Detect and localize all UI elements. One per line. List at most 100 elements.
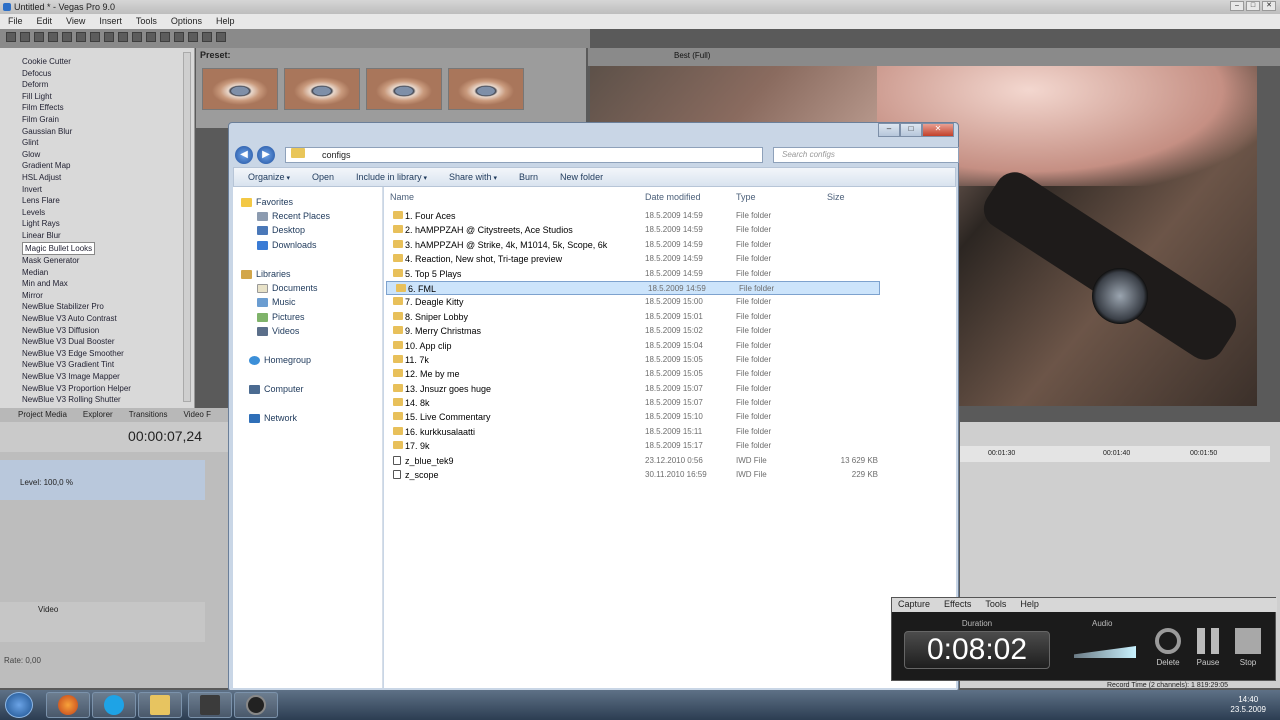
start-button[interactable] xyxy=(5,692,33,718)
preview-quality-select[interactable]: Best (Full) xyxy=(674,51,710,60)
fx-list-item[interactable]: Defocus xyxy=(22,68,194,80)
file-row[interactable]: 8. Sniper Lobby 18.5.2009 15:01 File folde… xyxy=(384,310,956,324)
breadcrumb-current[interactable]: configs xyxy=(322,150,351,160)
video-track-header[interactable]: Level: 100,0 % xyxy=(0,460,205,500)
save-icon[interactable] xyxy=(34,32,44,42)
menu-insert[interactable]: Insert xyxy=(99,16,122,27)
fx-list-item[interactable]: Film Effects xyxy=(22,102,194,114)
fx-list-item[interactable]: NewBlue V3 Edge Smoother xyxy=(22,348,194,360)
nav-network[interactable]: Network xyxy=(249,413,297,423)
fx-list-item[interactable]: Glow xyxy=(22,149,194,161)
fx-list-item[interactable]: Fill Light xyxy=(22,91,194,103)
taskbar-explorer[interactable] xyxy=(138,692,182,718)
copy-icon[interactable] xyxy=(90,32,100,42)
file-row[interactable]: 14. 8k 18.5.2009 15:07 File folder xyxy=(384,396,956,410)
new-icon[interactable] xyxy=(6,32,16,42)
undo-icon[interactable] xyxy=(118,32,128,42)
fx-list-item[interactable]: NewBlue V3 Image Mapper xyxy=(22,371,194,383)
file-row[interactable]: 13. Jnsuzr goes huge 18.5.2009 15:07 File … xyxy=(384,382,956,396)
nav-videos[interactable]: Videos xyxy=(257,326,299,336)
taskbar-skype[interactable] xyxy=(92,692,136,718)
nav-documents[interactable]: Documents xyxy=(257,283,318,293)
fx-list-scrollbar[interactable] xyxy=(183,52,191,402)
address-input[interactable]: configs xyxy=(285,147,763,163)
column-header-size[interactable]: Size xyxy=(827,192,845,202)
file-row[interactable]: 9. Merry Christmas 18.5.2009 15:02 File fo… xyxy=(384,324,956,338)
new-folder-button[interactable]: New folder xyxy=(560,172,603,182)
file-row[interactable]: z_scope 30.11.2010 16:59 IWD File 229 KB xyxy=(384,468,956,482)
nav-pictures[interactable]: Pictures xyxy=(257,312,305,322)
file-row[interactable]: 5. Top 5 Plays 18.5.2009 14:59 File folder xyxy=(384,267,956,281)
fx-list-item[interactable]: Linear Blur xyxy=(22,230,194,242)
maximize-button[interactable]: □ xyxy=(1246,1,1260,11)
column-header-name[interactable]: Name xyxy=(390,192,414,202)
preset-thumbnail[interactable] xyxy=(366,68,442,110)
pause-button[interactable]: Pause xyxy=(1188,628,1228,667)
file-row[interactable]: 1. Four Aces 18.5.2009 14:59 File folder xyxy=(384,209,956,223)
autoripple-icon[interactable] xyxy=(216,32,226,42)
fx-list-item[interactable]: NewBlue V3 Gradient Tint xyxy=(22,359,194,371)
fx-list-item[interactable]: Mirror xyxy=(22,290,194,302)
include-in-library-button[interactable]: Include in library xyxy=(356,172,427,182)
file-row[interactable]: 2. hAMPPZAH @ Citystreets, Ace Studios 18… xyxy=(384,223,956,237)
taskbar-firefox[interactable] xyxy=(46,692,90,718)
fx-list-item[interactable]: Glint xyxy=(22,137,194,149)
file-row[interactable]: 15. Live Commentary 18.5.2009 15:10 File f… xyxy=(384,410,956,424)
open-button[interactable]: Open xyxy=(312,172,334,182)
nav-computer[interactable]: Computer xyxy=(249,384,304,394)
nav-homegroup[interactable]: Homegroup xyxy=(249,355,311,365)
fx-list-item[interactable]: Cookie Cutter xyxy=(22,56,194,68)
capture-menu-help[interactable]: Help xyxy=(1020,599,1039,611)
column-header-type[interactable]: Type xyxy=(736,192,756,202)
minimize-button[interactable]: – xyxy=(1230,1,1244,11)
capture-menu-effects[interactable]: Effects xyxy=(944,599,971,611)
snap-icon[interactable] xyxy=(202,32,212,42)
organize-button[interactable]: Organize xyxy=(248,172,290,182)
properties-icon[interactable] xyxy=(62,32,72,42)
fx-list-item[interactable]: HSL Adjust xyxy=(22,172,194,184)
tab-project-media[interactable]: Project Media xyxy=(18,410,67,420)
menu-file[interactable]: File xyxy=(8,16,23,27)
menu-edit[interactable]: Edit xyxy=(37,16,53,27)
system-clock[interactable]: 14:40 23.5.2009 xyxy=(1230,695,1266,715)
file-row[interactable]: 4. Reaction, New shot, Tri-tage preview 1… xyxy=(384,252,956,266)
preset-thumbnail[interactable] xyxy=(284,68,360,110)
fx-list-item[interactable]: Film Grain xyxy=(22,114,194,126)
preset-thumbnail[interactable] xyxy=(448,68,524,110)
file-row[interactable]: 11. 7k 18.5.2009 15:05 File folder xyxy=(384,353,956,367)
nav-libraries[interactable]: Libraries xyxy=(241,269,291,279)
fx-list-item[interactable]: Min and Max xyxy=(22,278,194,290)
tab-transitions[interactable]: Transitions xyxy=(129,410,168,420)
fx-list-item[interactable]: Levels xyxy=(22,207,194,219)
burn-button[interactable]: Burn xyxy=(519,172,538,182)
render-icon[interactable] xyxy=(48,32,58,42)
file-row[interactable]: 6. FML 18.5.2009 14:59 File folder xyxy=(386,280,880,296)
fx-list-item[interactable]: Light Rays xyxy=(22,218,194,230)
fx-list-item[interactable]: Invert xyxy=(22,184,194,196)
menu-view[interactable]: View xyxy=(66,16,85,27)
zoom-icon[interactable] xyxy=(188,32,198,42)
file-row[interactable]: 10. App clip 18.5.2009 15:04 File folder xyxy=(384,339,956,353)
fx-list-item[interactable]: Magic Bullet Looks xyxy=(22,241,96,256)
file-row[interactable]: 12. Me by me 18.5.2009 15:05 File folder xyxy=(384,367,956,381)
menu-options[interactable]: Options xyxy=(171,16,202,27)
explorer-minimize-button[interactable]: – xyxy=(878,123,900,137)
file-row[interactable]: 3. hAMPPZAH @ Strike, 4k, M1014, 5k, Sco… xyxy=(384,238,956,252)
fx-list-item[interactable]: NewBlue V3 Rolling Shutter xyxy=(22,394,194,406)
fx-list-item[interactable]: Mask Generator xyxy=(22,255,194,267)
capture-menu-tools[interactable]: Tools xyxy=(985,599,1006,611)
open-icon[interactable] xyxy=(20,32,30,42)
track-level[interactable]: Level: 100,0 % xyxy=(20,478,73,487)
timeline-ruler[interactable]: 00:01:30 00:01:40 00:01:50 xyxy=(960,446,1270,462)
fx-list-item[interactable]: Deform xyxy=(22,79,194,91)
back-button[interactable]: ◀ xyxy=(235,146,253,164)
file-row[interactable]: 16. kurkkusalaatti 18.5.2009 15:11 File fo… xyxy=(384,425,956,439)
stop-button[interactable]: Stop xyxy=(1228,628,1268,667)
second-track-header[interactable]: Video xyxy=(0,602,205,642)
explorer-maximize-button[interactable]: □ xyxy=(900,123,922,137)
search-input[interactable]: Search configs xyxy=(773,147,959,163)
nav-downloads[interactable]: Downloads xyxy=(257,240,317,250)
playback-rate[interactable]: Rate: 0,00 xyxy=(4,656,41,665)
nav-desktop[interactable]: Desktop xyxy=(257,225,305,235)
column-header-date[interactable]: Date modified xyxy=(645,192,701,202)
